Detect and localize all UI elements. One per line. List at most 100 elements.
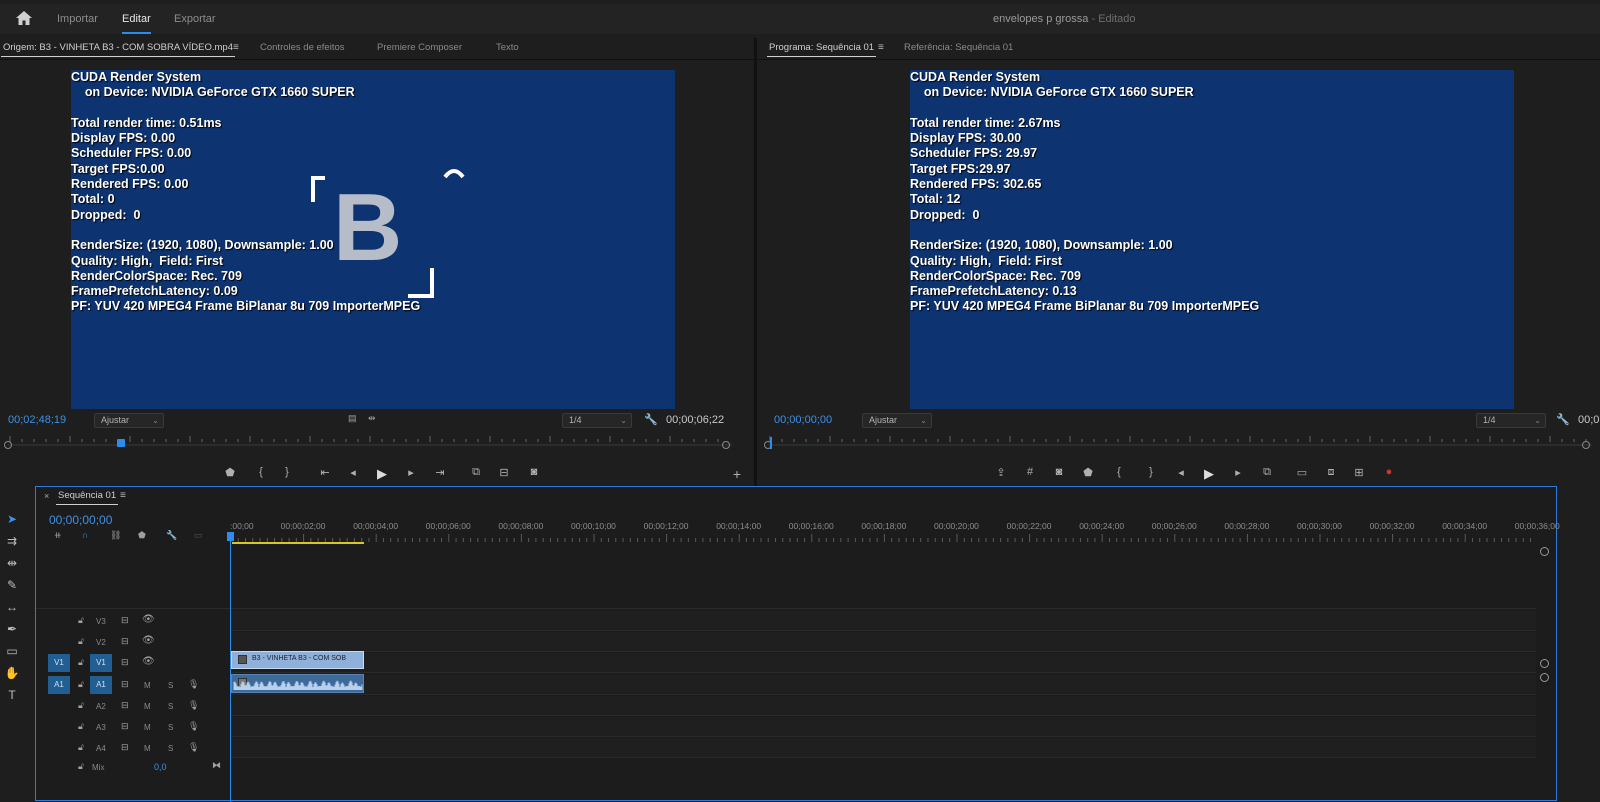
- sync-lock-icon[interactable]: ⊟: [121, 700, 129, 711]
- track-name[interactable]: A2: [96, 702, 106, 711]
- track-name[interactable]: A4: [96, 744, 106, 753]
- microphone-icon[interactable]: 🎙︎: [188, 679, 199, 690]
- program-timecode[interactable]: 00;00;00;00: [774, 414, 832, 426]
- lift-icon[interactable]: ⇪: [994, 466, 1008, 479]
- source-monitor-screen[interactable]: CUDA Render System on Device: NVIDIA GeF…: [71, 70, 675, 409]
- sync-lock-icon[interactable]: ⊟: [121, 657, 129, 668]
- track-lane[interactable]: [231, 738, 1536, 758]
- track-lane[interactable]: [231, 653, 1536, 673]
- drag-video-icon[interactable]: ⇹: [368, 413, 376, 424]
- work-area-bar[interactable]: [232, 542, 364, 544]
- timeline-playhead-handle[interactable]: [227, 532, 234, 541]
- overwrite-clip-icon[interactable]: ⊟: [497, 466, 511, 479]
- rectangle-tool-icon[interactable]: ▭: [4, 644, 20, 660]
- eye-icon[interactable]: 👁︎: [142, 635, 155, 646]
- mix-volume-value[interactable]: 0,0: [154, 762, 167, 772]
- solo-button[interactable]: S: [168, 681, 173, 690]
- play-icon[interactable]: ▶: [375, 466, 389, 482]
- track-lane[interactable]: [231, 675, 1536, 695]
- camera-icon[interactable]: ◙: [527, 466, 541, 478]
- marker-icon[interactable]: ⬟: [1081, 466, 1095, 479]
- source-timecode[interactable]: 00;02;48;19: [8, 414, 66, 426]
- sync-lock-icon[interactable]: ⊟: [121, 742, 129, 753]
- source-patch-target[interactable]: V1: [48, 654, 70, 672]
- track-select-tool-icon[interactable]: ⇉: [4, 534, 20, 550]
- vr-video-icon[interactable]: ⊞: [1352, 466, 1366, 479]
- panel-menu-icon[interactable]: ≡: [878, 42, 884, 53]
- panel-splitter[interactable]: [754, 38, 757, 486]
- microphone-icon[interactable]: 🎙︎: [188, 721, 199, 732]
- microphone-icon[interactable]: 🎙︎: [188, 700, 199, 711]
- nav-import-tab[interactable]: Importar: [57, 13, 98, 25]
- add-button-icon[interactable]: +: [730, 466, 744, 482]
- source-fit-dropdown[interactable]: Ajustar ⌄: [94, 413, 164, 428]
- mute-button[interactable]: M: [144, 744, 151, 753]
- track-lane[interactable]: [231, 611, 1536, 631]
- mute-button[interactable]: M: [144, 702, 151, 711]
- audio-clip[interactable]: [231, 674, 364, 693]
- tab-text[interactable]: Texto: [496, 42, 519, 53]
- tab-premiere-composer[interactable]: Premiere Composer: [377, 42, 462, 53]
- track-lane[interactable]: [231, 696, 1536, 716]
- insert-clip-icon[interactable]: ⧉: [469, 466, 483, 479]
- safe-margins-icon[interactable]: #: [1023, 466, 1037, 478]
- razor-tool-icon[interactable]: ✎: [4, 578, 20, 594]
- program-monitor-screen[interactable]: CUDA Render System on Device: NVIDIA GeF…: [910, 70, 1514, 409]
- mark-out-icon[interactable]: }: [1144, 466, 1158, 478]
- step-forward-icon[interactable]: ▸: [404, 466, 418, 479]
- step-back-icon[interactable]: ◂: [346, 466, 360, 479]
- hand-tool-icon[interactable]: ✋: [4, 666, 20, 682]
- sync-lock-icon[interactable]: ⊟: [121, 679, 129, 690]
- mark-out-icon[interactable]: }: [280, 466, 294, 478]
- track-target[interactable]: V1: [90, 654, 112, 672]
- lock-icon[interactable]: 🔓︎: [78, 615, 84, 626]
- go-to-out-icon[interactable]: ⇥: [433, 466, 447, 479]
- mute-button[interactable]: M: [144, 681, 151, 690]
- track-lane[interactable]: [231, 717, 1536, 737]
- sync-lock-icon[interactable]: ⊟: [121, 721, 129, 732]
- program-playhead[interactable]: [770, 437, 772, 449]
- program-time-ruler[interactable]: [760, 433, 1600, 459]
- vertical-scrollbar[interactable]: [1538, 547, 1552, 797]
- multi-camera-icon[interactable]: ⧉: [1260, 466, 1274, 479]
- selection-tool-icon[interactable]: ➤: [4, 512, 20, 528]
- track-name[interactable]: V3: [96, 617, 106, 626]
- lock-icon[interactable]: 🔓︎: [78, 761, 84, 772]
- lock-icon[interactable]: 🔓︎: [78, 636, 84, 647]
- track-name[interactable]: V2: [96, 638, 106, 647]
- marker-icon[interactable]: ⬟: [223, 466, 237, 479]
- camera-icon[interactable]: ◙: [1052, 466, 1066, 478]
- microphone-icon[interactable]: 🎙︎: [188, 742, 199, 753]
- source-resolution-dropdown[interactable]: 1/4 ⌄: [562, 413, 632, 428]
- step-back-icon[interactable]: ◂: [1174, 466, 1188, 479]
- eye-icon[interactable]: 👁︎: [142, 614, 155, 625]
- solo-button[interactable]: S: [168, 723, 173, 732]
- solo-button[interactable]: S: [168, 702, 173, 711]
- go-to-in-icon[interactable]: ⇤: [318, 466, 332, 479]
- sync-lock-icon[interactable]: ⊟: [121, 636, 129, 647]
- track-lane[interactable]: [231, 632, 1536, 652]
- program-fit-dropdown[interactable]: Ajustar ⌄: [862, 413, 932, 428]
- nav-export-tab[interactable]: Exportar: [174, 13, 216, 25]
- type-tool-icon[interactable]: T: [4, 688, 20, 704]
- ripple-edit-tool-icon[interactable]: ⇹: [4, 556, 20, 572]
- tab-reference[interactable]: Referência: Sequência 01: [904, 42, 1013, 53]
- solo-button[interactable]: S: [168, 744, 173, 753]
- program-resolution-dropdown[interactable]: 1/4 ⌄: [1476, 413, 1546, 428]
- sync-lock-icon[interactable]: ⊟: [121, 615, 129, 626]
- home-icon[interactable]: [16, 11, 32, 25]
- settings-wrench-icon[interactable]: 🔧: [1556, 413, 1570, 426]
- track-name[interactable]: A3: [96, 723, 106, 732]
- nav-edit-tab[interactable]: Editar: [122, 13, 151, 34]
- play-icon[interactable]: ▶: [1202, 466, 1216, 482]
- lock-icon[interactable]: 🔓︎: [78, 657, 84, 668]
- tab-program[interactable]: Programa: Sequência 01: [766, 42, 877, 57]
- scroll-handle-icon[interactable]: [1540, 673, 1549, 682]
- step-forward-icon[interactable]: ▸: [1231, 466, 1245, 479]
- track-target[interactable]: A1: [90, 676, 112, 694]
- mute-button[interactable]: M: [144, 723, 151, 732]
- record-icon[interactable]: ●: [1382, 466, 1396, 478]
- lock-icon[interactable]: 🔓︎: [78, 679, 84, 690]
- scroll-handle-icon[interactable]: [1540, 547, 1549, 556]
- mark-in-icon[interactable]: {: [1112, 466, 1126, 478]
